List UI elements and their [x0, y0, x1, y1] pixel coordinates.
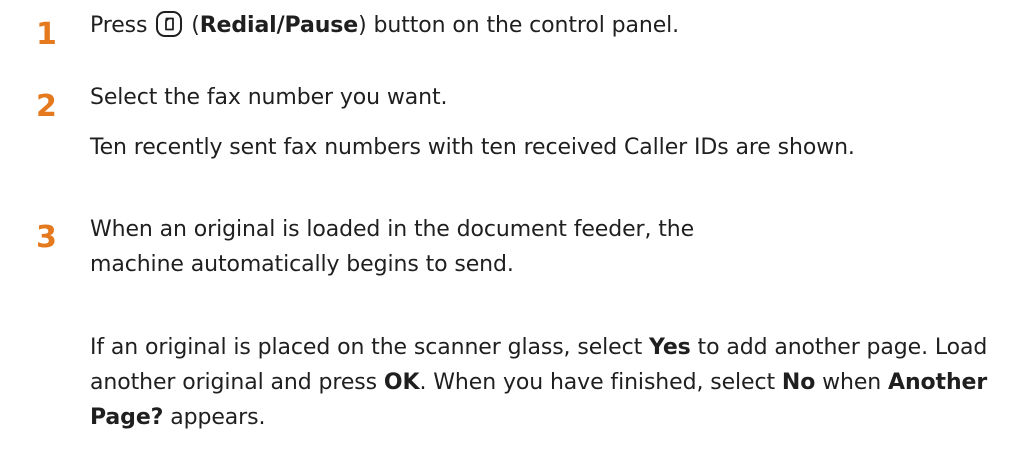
- text-segment: If an original is placed on the scanner …: [90, 335, 650, 360]
- text-segment: ) button on the control panel.: [358, 13, 680, 38]
- step-number: 1: [36, 17, 57, 52]
- text-segment: (: [184, 13, 200, 38]
- text-segment: . When you have finished, select: [419, 370, 782, 395]
- step-2-text: Select the fax number you want.: [90, 85, 448, 110]
- ok-label: OK: [383, 370, 420, 395]
- step-3-note: If an original is placed on the scanner …: [90, 330, 1000, 435]
- instruction-document: 1 Press (Redial/Pause) button on the con…: [0, 0, 1016, 458]
- redial-pause-label: Redial/Pause: [199, 13, 359, 38]
- step-1-text: Press (Redial/Pause) button on the contr…: [90, 8, 1000, 43]
- step-3-text: When an original is loaded in the docume…: [90, 217, 695, 277]
- yes-label: Yes: [649, 335, 691, 360]
- text-segment: appears.: [163, 405, 266, 430]
- text-segment: Press: [90, 13, 155, 38]
- text-segment: when: [815, 370, 889, 395]
- step-number: 3: [36, 220, 57, 255]
- step-2-note: Ten recently sent fax numbers with ten r…: [90, 135, 855, 160]
- no-label: No: [781, 370, 816, 395]
- step-number: 2: [36, 89, 57, 124]
- redial-pause-button-icon: [156, 11, 183, 37]
